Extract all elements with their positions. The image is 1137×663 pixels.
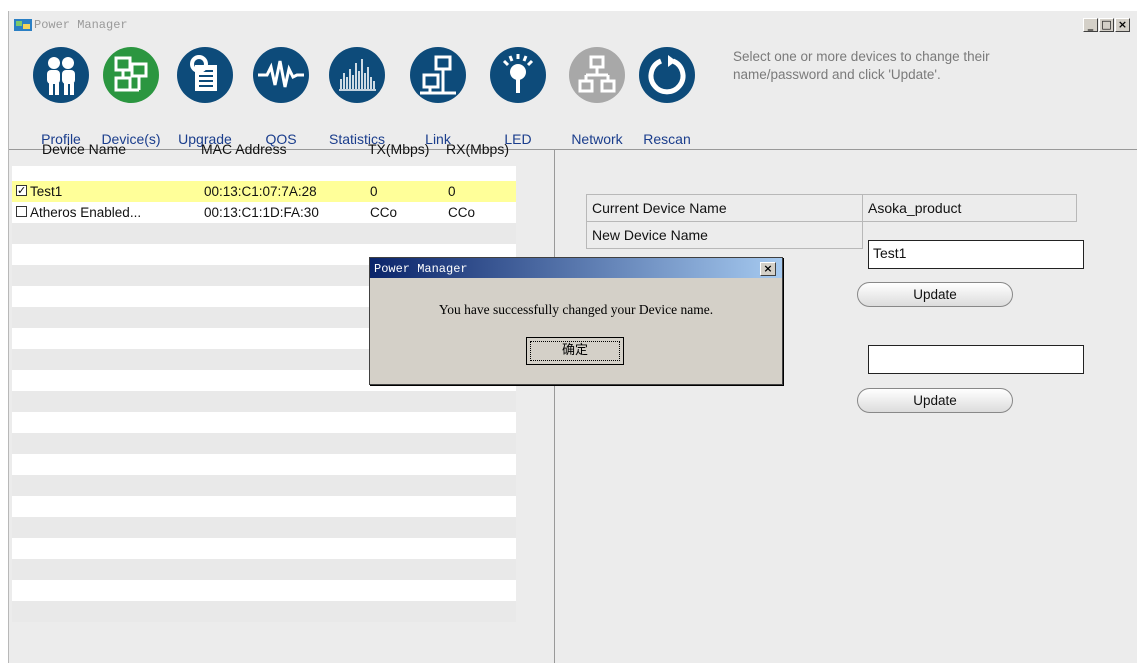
dialog-ok-label: 确定 [530, 341, 620, 361]
device-tx: 0 [370, 184, 378, 199]
toolbar-divider [9, 149, 1137, 150]
empty-row [12, 433, 516, 454]
instruction-text: Select one or more devices to change the… [733, 49, 990, 82]
current-device-name-label: Current Device Name [586, 194, 863, 222]
device-rx: CCo [448, 205, 476, 220]
success-dialog: Power Manager × You have successfully ch… [369, 257, 783, 385]
waveform-icon [253, 47, 309, 103]
device-name: Test1 [30, 184, 63, 199]
toolbar-led-button[interactable]: LED [486, 47, 550, 147]
column-header-mac-address[interactable]: MAC Address [201, 141, 287, 157]
empty-row [12, 391, 516, 412]
devices-icon [103, 47, 159, 103]
close-button[interactable]: × [1115, 18, 1130, 32]
dialog-close-button[interactable]: × [760, 262, 776, 276]
people-icon [33, 47, 89, 103]
column-header-tx[interactable]: TX(Mbps) [368, 141, 429, 157]
device-checkbox[interactable] [16, 206, 27, 217]
dialog-title-bar: Power Manager × [370, 258, 782, 278]
dialog-message: You have successfully changed your Devic… [438, 302, 714, 317]
device-name: Atheros Enabled... [30, 205, 142, 220]
upgrade-icon [177, 47, 233, 103]
new-device-name-label: New Device Name [586, 221, 863, 249]
device-row[interactable]: ✓ Test1 00:13:C1:07:7A:28 0 0 [12, 181, 516, 202]
device-tx: CCo [370, 205, 398, 220]
update-name-button[interactable]: Update [857, 282, 1013, 307]
dialog-title: Power Manager [374, 262, 468, 276]
window-title: Power Manager [34, 18, 128, 32]
toolbar-rescan-label: Rescan [643, 131, 691, 147]
app-icon [14, 19, 32, 31]
toolbar-statistics-button[interactable]: Statistics [325, 47, 389, 147]
empty-row [12, 559, 516, 580]
rescan-icon [639, 47, 695, 103]
empty-row [12, 475, 516, 496]
update-password-button[interactable]: Update [857, 388, 1013, 413]
device-mac: 00:13:C1:07:7A:28 [204, 184, 317, 199]
device-list[interactable]: ✓ Test1 00:13:C1:07:7A:28 0 0 Atheros En… [12, 166, 516, 622]
network-icon [569, 47, 625, 103]
toolbar-rescan-button[interactable]: Rescan [635, 47, 699, 147]
link-icon [410, 47, 466, 103]
maximize-button[interactable]: □ [1099, 18, 1114, 32]
empty-row [12, 601, 516, 622]
current-device-name-value: Asoka_product [862, 194, 1077, 222]
toolbar-qos-button[interactable]: QOS [249, 47, 313, 147]
password-input[interactable] [868, 345, 1084, 374]
led-icon [490, 47, 546, 103]
title-bar: Power Manager _ □ × [9, 11, 1137, 37]
toolbar-link-button[interactable]: Link [406, 47, 470, 147]
dialog-ok-button[interactable]: 确定 [526, 337, 624, 365]
empty-row [12, 223, 516, 244]
toolbar: Profile Device(s) Upgrade QOS Statistics… [9, 37, 1137, 149]
device-mac: 00:13:C1:1D:FA:30 [204, 205, 319, 220]
toolbar-upgrade-button[interactable]: Upgrade [173, 47, 237, 147]
new-device-name-input[interactable]: Test1 [868, 240, 1084, 269]
minimize-button[interactable]: _ [1083, 18, 1098, 32]
device-rx: 0 [448, 184, 456, 199]
device-checkbox[interactable]: ✓ [16, 185, 27, 196]
device-row[interactable]: Atheros Enabled... 00:13:C1:1D:FA:30 CCo… [12, 202, 516, 223]
column-header-device-name[interactable]: Device Name [42, 141, 126, 157]
pane-divider [554, 150, 555, 663]
bar-chart-icon [329, 47, 385, 103]
column-header-rx[interactable]: RX(Mbps) [446, 141, 509, 157]
empty-row [12, 517, 516, 538]
